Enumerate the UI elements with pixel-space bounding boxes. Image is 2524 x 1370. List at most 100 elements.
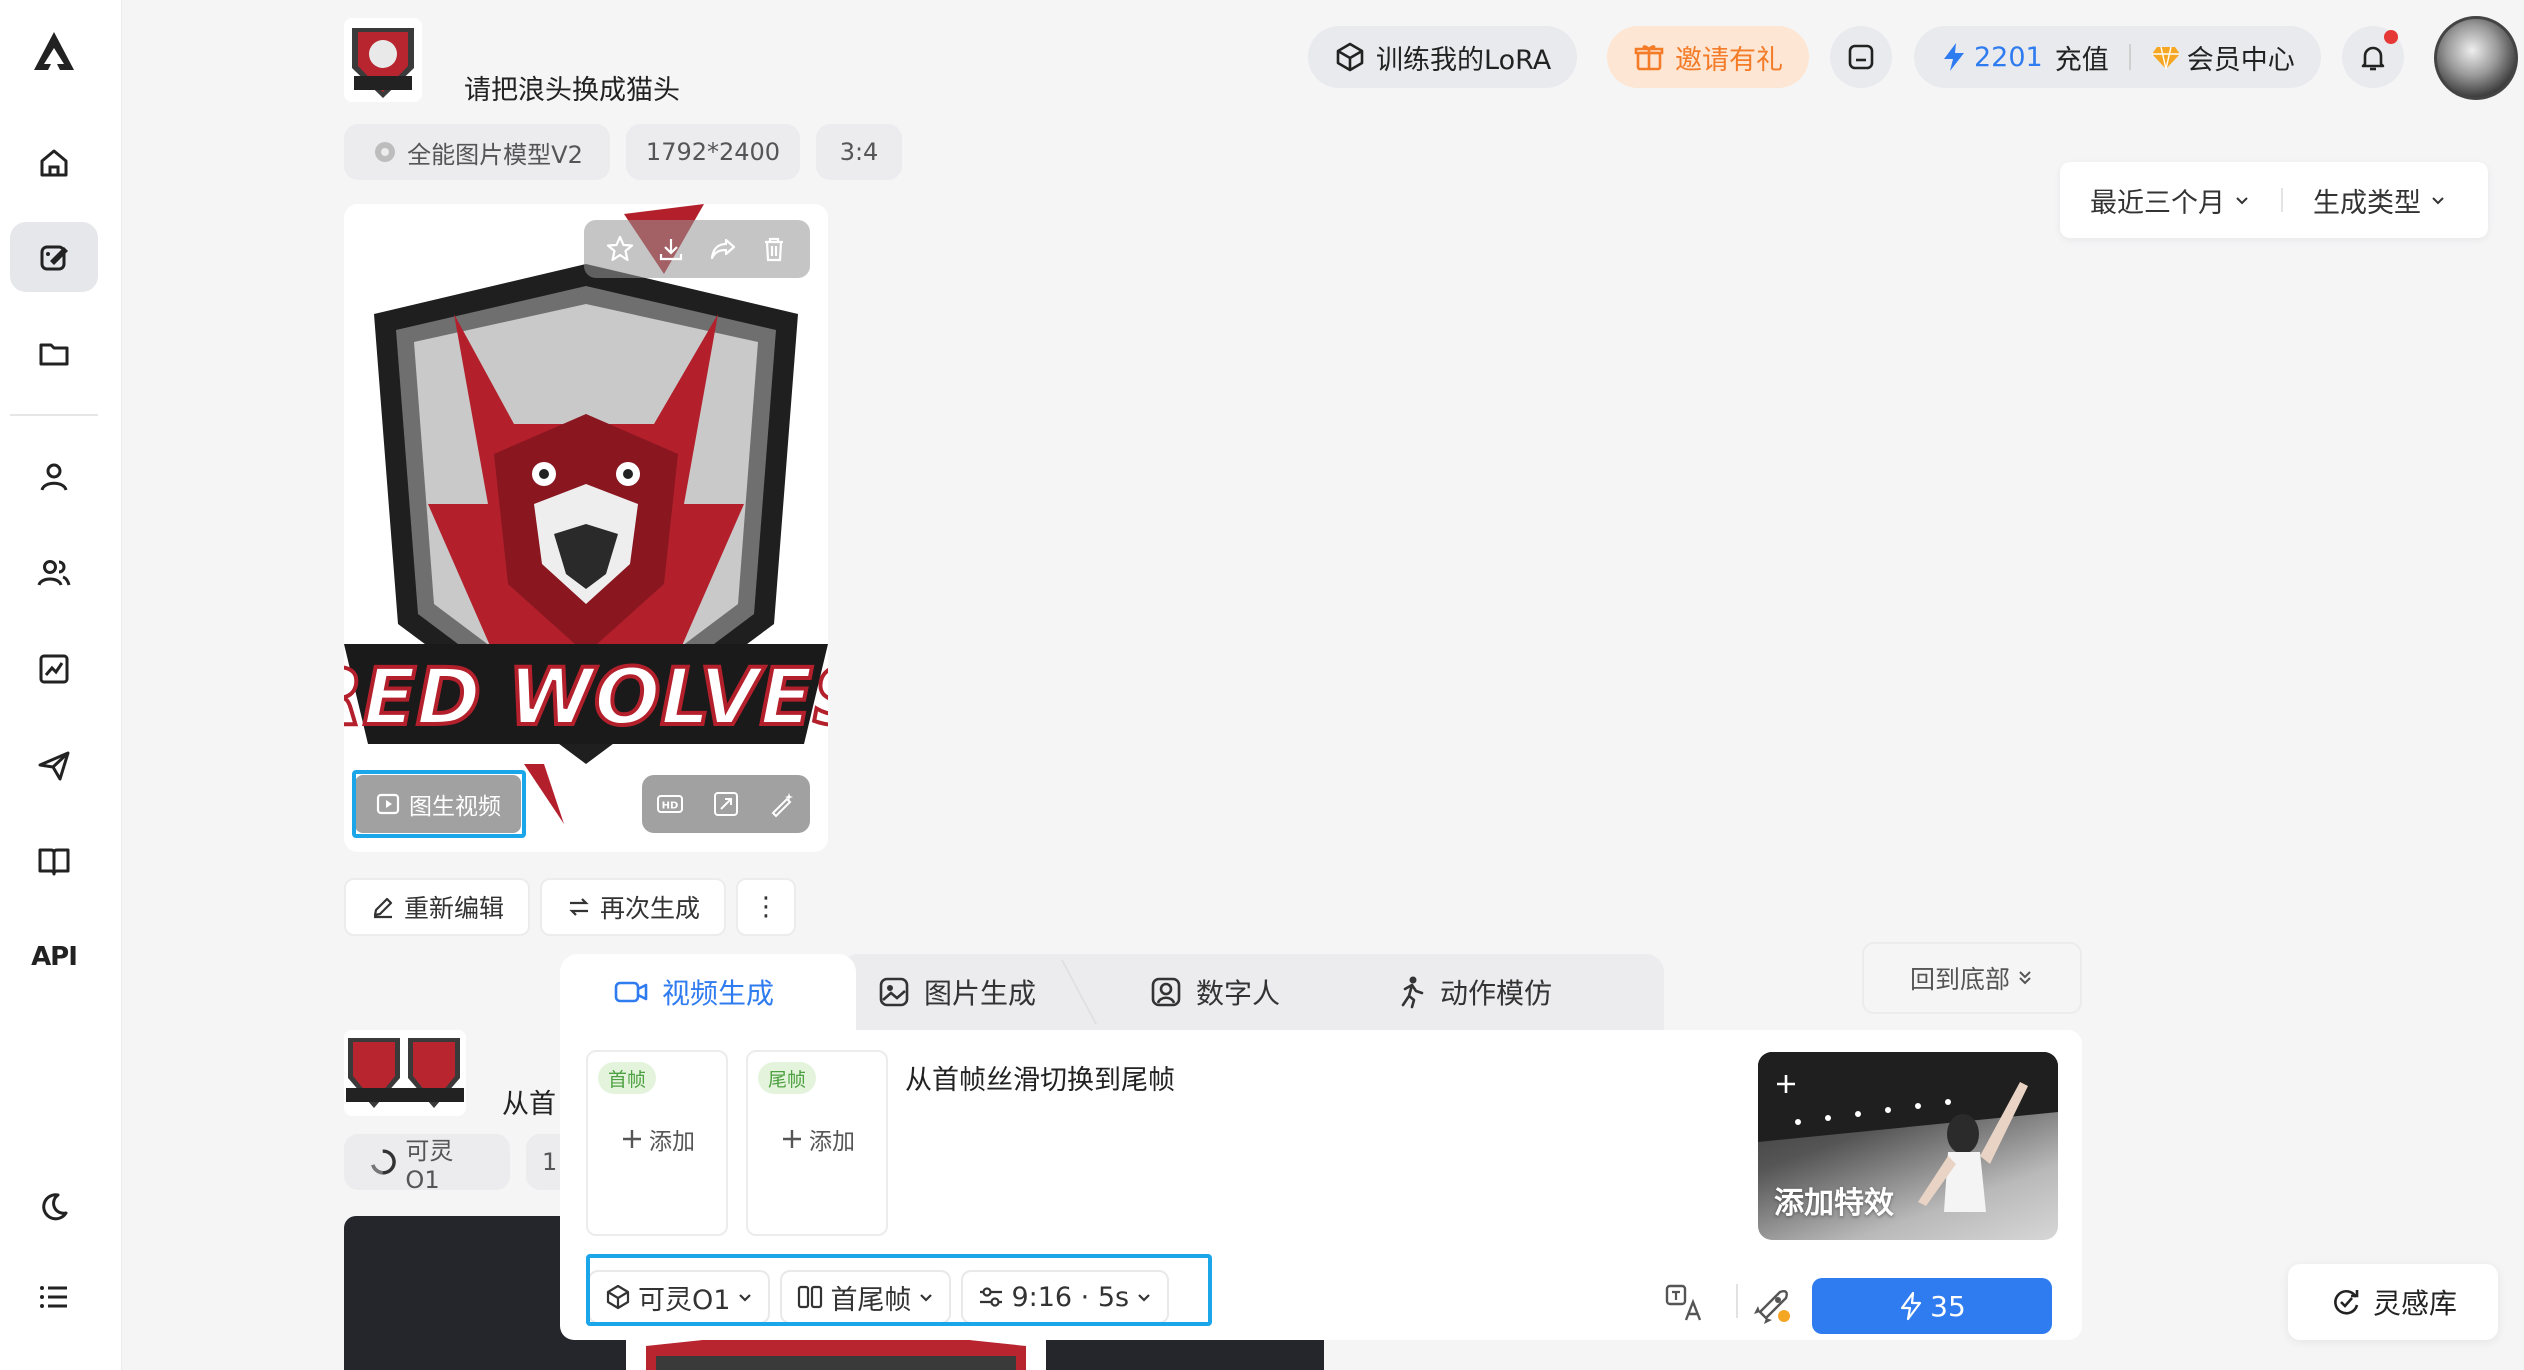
add-effect-card[interactable]: 添加特效	[1758, 1052, 2058, 1240]
diamond-icon	[2151, 46, 2180, 70]
create-icon[interactable]	[10, 222, 98, 292]
sidebar: API	[0, 0, 122, 1370]
vip-center-link[interactable]: 会员中心	[2187, 38, 2295, 77]
translate-icon[interactable]	[1664, 1282, 1708, 1330]
notification-dot	[2384, 30, 2398, 44]
api-link[interactable]: API	[10, 922, 98, 992]
tab-image-gen-label: 图片生成	[924, 977, 1037, 1010]
recharge-link[interactable]: 充值	[2055, 38, 2109, 77]
task2-model-label: 可灵O1	[405, 1136, 454, 1194]
regenerate-label: 再次生成	[599, 894, 700, 923]
wolf-logo-thumbnail	[352, 28, 414, 98]
task1-model-chip: 全能图片模型V2	[344, 124, 610, 180]
task1-size-chip: 1792*2400	[626, 124, 800, 180]
kling-icon	[371, 1149, 396, 1175]
invite-label: 邀请有礼	[1675, 44, 1783, 76]
tab-digital-human[interactable]: 数字人	[1150, 954, 1280, 1030]
gift-icon	[1634, 45, 1664, 71]
generate-button[interactable]: 35	[1812, 1278, 2052, 1334]
task1-result-image[interactable]: RED WOLVES	[344, 204, 828, 852]
reedit-button[interactable]: 重新编辑	[344, 878, 530, 936]
last-frame-tag: 尾帧	[758, 1062, 817, 1094]
task2-chip2-label: 1	[542, 1148, 558, 1176]
svg-text:HD: HD	[662, 801, 679, 812]
image-icon	[879, 977, 909, 1007]
pencil-icon	[373, 897, 393, 919]
inspiration-button[interactable]: 灵感库	[2288, 1264, 2498, 1340]
lightning-icon	[1901, 1291, 1922, 1321]
plus-icon	[1777, 1075, 1795, 1093]
more-label: ⋮	[753, 892, 779, 922]
share-icon[interactable]	[708, 234, 738, 264]
expand-icon[interactable]	[711, 789, 741, 819]
bell-icon	[2361, 46, 2385, 71]
task2-prompt: 从首	[502, 1089, 556, 1120]
book-icon[interactable]	[10, 826, 98, 896]
invite-button[interactable]: 邀请有礼	[1607, 26, 1809, 88]
chevron-down-icon	[2432, 197, 2444, 205]
download-icon[interactable]	[656, 234, 686, 264]
add-effect-label: 添加特效	[1774, 1186, 1894, 1221]
tab-video-gen[interactable]: 视频生成	[614, 954, 774, 1030]
tab-video-gen-label: 视频生成	[662, 977, 775, 1010]
home-icon[interactable]	[10, 128, 98, 198]
generate-cost: 35	[1930, 1289, 1966, 1323]
user-icon[interactable]	[10, 442, 98, 512]
dark-mode-icon[interactable]	[10, 1172, 98, 1242]
reedit-label: 重新编辑	[403, 894, 504, 923]
digital-human-icon	[1151, 977, 1181, 1007]
task1-thumbnail[interactable]	[344, 18, 422, 102]
api-label: API	[31, 942, 78, 972]
task1-size-label: 1792*2400	[645, 138, 781, 166]
avatar[interactable]	[2434, 16, 2518, 100]
train-lora-label: 训练我的LoRA	[1376, 44, 1552, 76]
tab-motion-mimic-label: 动作模仿	[1440, 977, 1553, 1010]
highlight-settings-row	[586, 1254, 1212, 1326]
task1-model-label: 全能图片模型V2	[407, 140, 583, 169]
time-range-filter[interactable]: 最近三个月	[2060, 181, 2281, 220]
tab-image-gen[interactable]: 图片生成	[878, 954, 1036, 1030]
gen-type-filter[interactable]: 生成类型	[2283, 181, 2477, 220]
tools-divider	[1736, 1284, 1738, 1318]
running-person-icon	[1401, 976, 1424, 1009]
account-divider	[2128, 44, 2131, 70]
inspiration-icon	[2334, 1290, 2359, 1315]
menu-icon[interactable]	[10, 1262, 98, 1332]
regenerate-button[interactable]: 再次生成	[540, 878, 726, 936]
send-icon[interactable]	[10, 730, 98, 800]
notification-button[interactable]	[2342, 26, 2404, 88]
chevron-down-icon	[2236, 197, 2248, 205]
last-frame-slot[interactable]: 尾帧 添加	[746, 1050, 888, 1236]
more-button[interactable]: ⋮	[736, 878, 796, 936]
hd-icon[interactable]: HD	[655, 789, 685, 819]
highlight-image-to-video	[352, 770, 526, 838]
magic-edit-icon[interactable]	[767, 789, 797, 819]
first-frame-add-label: 添加	[649, 1129, 695, 1155]
first-frame-add: 添加	[588, 1122, 726, 1156]
app-logo[interactable]	[30, 28, 78, 76]
plus-icon	[783, 1130, 801, 1148]
inspiration-label: 灵感库	[2372, 1287, 2457, 1320]
composer-prompt-input[interactable]: 从首帧丝滑切换到尾帧	[905, 1058, 1175, 1097]
task2-model-chip: 可灵O1	[344, 1134, 510, 1194]
sidebar-divider	[10, 414, 98, 416]
train-lora-button[interactable]: 训练我的LoRA	[1308, 26, 1578, 88]
team-icon[interactable]	[10, 538, 98, 608]
trash-icon[interactable]	[759, 234, 789, 264]
red-wolves-logo-image: RED WOLVES	[344, 204, 828, 852]
tab-digital-human-label: 数字人	[1196, 977, 1281, 1010]
folder-icon[interactable]	[10, 318, 98, 388]
first-frame-slot[interactable]: 首帧 添加	[586, 1050, 728, 1236]
time-range-label: 最近三个月	[2090, 187, 2225, 219]
star-icon[interactable]	[605, 234, 635, 264]
task2-thumbnail[interactable]	[344, 1030, 466, 1116]
swap-icon	[569, 898, 589, 916]
file-button[interactable]	[1830, 26, 1892, 88]
lightning-icon	[1944, 43, 1964, 71]
tab-motion-mimic[interactable]: 动作模仿	[1396, 954, 1552, 1030]
two-frames-thumbnail	[346, 1038, 464, 1108]
plus-icon	[623, 1130, 641, 1148]
analytics-icon[interactable]	[10, 634, 98, 704]
boost-icon[interactable]	[1750, 1282, 1796, 1332]
task1-ratio-chip: 3:4	[816, 124, 902, 180]
